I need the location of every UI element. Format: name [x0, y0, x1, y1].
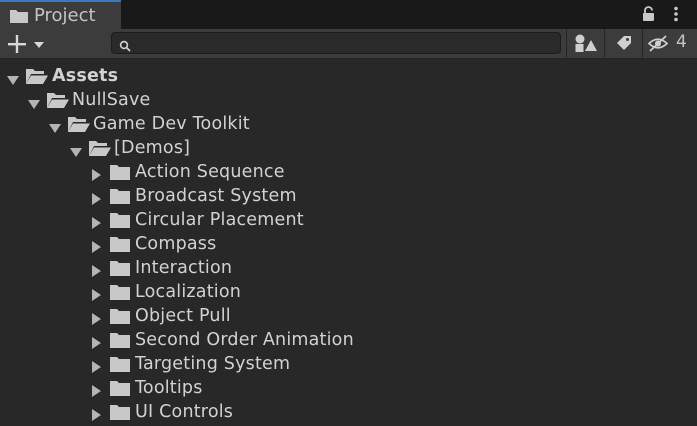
tree-item-demos[interactable]: [Demos] [0, 136, 697, 160]
tree-item-assets[interactable]: Assets [0, 64, 697, 88]
triangle-right-icon[interactable] [92, 358, 102, 377]
tree-item-game-dev-toolkit[interactable]: Game Dev Toolkit [0, 112, 697, 136]
tree-item-demo-folder[interactable]: Localization [0, 280, 697, 304]
create-button[interactable] [6, 32, 50, 56]
tree-item-demo-folder[interactable]: Targeting System [0, 352, 697, 376]
folder-open-icon [25, 67, 49, 89]
tab-label: Project [34, 5, 96, 26]
tree-item-demo-folder[interactable]: Second Order Animation [0, 328, 697, 352]
plus-icon [8, 35, 44, 53]
folder-icon [110, 379, 130, 401]
folder-icon [110, 235, 130, 257]
tree-item-label: UI Controls [135, 402, 234, 422]
triangle-right-icon[interactable] [92, 262, 102, 281]
tree-item-demo-folder[interactable]: Circular Placement [0, 208, 697, 232]
filter-by-type-button[interactable] [566, 29, 604, 58]
tree-item-label: Second Order Animation [135, 330, 354, 350]
tree-item-demo-folder[interactable]: Broadcast System [0, 184, 697, 208]
kebab-menu-icon[interactable] [671, 6, 681, 26]
folder-icon [110, 259, 130, 281]
tab-bar: Project [0, 0, 697, 29]
search-icon [119, 37, 131, 56]
tree-item-demo-folder[interactable]: UI Controls [0, 400, 697, 424]
tree-item-label: Localization [135, 282, 242, 302]
tree-item-label: Targeting System [135, 354, 291, 374]
tree-item-demo-folder[interactable]: Tooltips [0, 376, 697, 400]
search-input[interactable] [136, 34, 556, 52]
filter-by-type-icon [575, 34, 597, 52]
tree-item-demo-folder[interactable]: Object Pull [0, 304, 697, 328]
folder-icon [110, 307, 130, 329]
folder-icon [110, 355, 130, 377]
tree-item-label: Interaction [135, 258, 233, 278]
folder-open-icon [67, 115, 91, 137]
tree-item-label: Object Pull [135, 306, 231, 326]
folder-icon [110, 331, 130, 353]
project-toolbar: 4 [0, 29, 697, 59]
project-folder-tree: Assets NullSave Game Dev Toolkit [Demos]… [0, 60, 697, 426]
tree-item-label: Circular Placement [135, 210, 304, 230]
tree-item-label: NullSave [72, 90, 151, 110]
tree-item-label: [Demos] [114, 138, 191, 158]
tree-item-nullsave[interactable]: NullSave [0, 88, 697, 112]
folder-icon [110, 283, 130, 305]
tree-item-demo-folder[interactable]: Interaction [0, 256, 697, 280]
tree-item-label: Compass [135, 234, 217, 254]
folder-icon [110, 403, 130, 425]
triangle-right-icon[interactable] [92, 334, 102, 353]
folder-open-icon [46, 91, 70, 113]
hidden-packages-count: 4 [676, 32, 687, 52]
triangle-right-icon[interactable] [92, 382, 102, 401]
tree-item-demo-folder[interactable]: Action Sequence [0, 160, 697, 184]
tab-project[interactable]: Project [0, 0, 121, 29]
triangle-right-icon[interactable] [92, 214, 102, 233]
tree-item-demo-folder[interactable]: Compass [0, 232, 697, 256]
triangle-right-icon[interactable] [92, 406, 102, 425]
tree-item-label: Broadcast System [135, 186, 297, 206]
folder-icon [110, 211, 130, 233]
triangle-right-icon[interactable] [92, 286, 102, 305]
tree-item-label: Action Sequence [135, 162, 285, 182]
eye-slash-icon [647, 35, 669, 52]
folder-icon [110, 187, 130, 209]
triangle-right-icon[interactable] [92, 190, 102, 209]
triangle-right-icon[interactable] [92, 238, 102, 257]
folder-icon [9, 8, 29, 28]
hidden-packages-button[interactable]: 4 [642, 29, 697, 58]
folder-icon [110, 163, 130, 185]
filter-by-label-button[interactable] [604, 29, 642, 58]
tree-item-label: Tooltips [135, 378, 203, 398]
search-field[interactable] [111, 32, 561, 54]
tag-icon [617, 36, 631, 50]
triangle-right-icon[interactable] [92, 166, 102, 185]
tree-item-label: Game Dev Toolkit [93, 114, 250, 134]
tree-item-label: Assets [52, 66, 119, 86]
triangle-right-icon[interactable] [92, 310, 102, 329]
lock-icon[interactable] [641, 6, 657, 26]
folder-open-icon [88, 139, 112, 161]
